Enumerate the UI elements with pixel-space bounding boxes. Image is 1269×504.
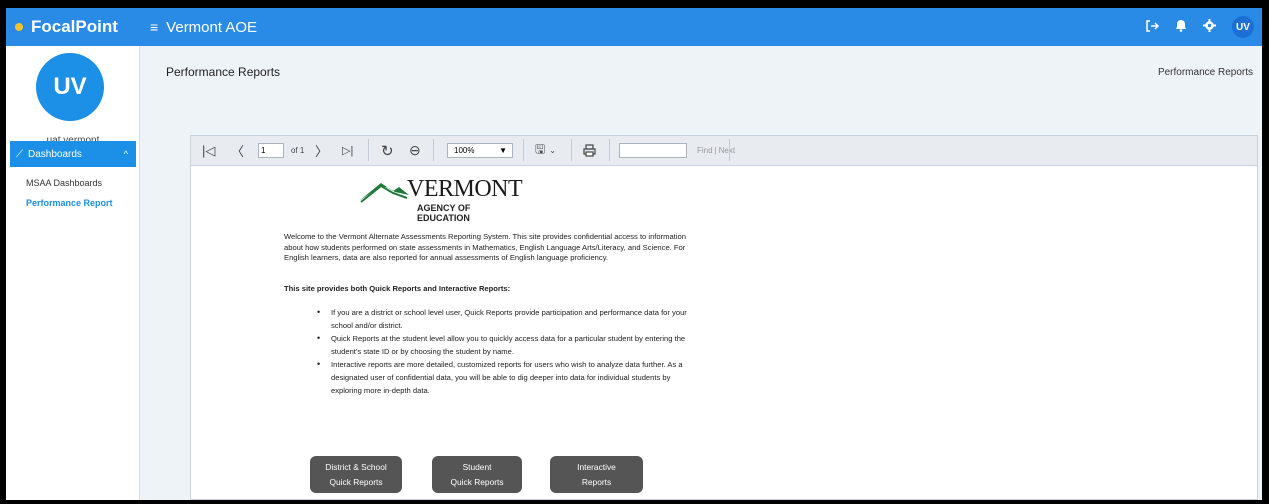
logo-agency: AGENCY OF EDUCATION: [417, 203, 471, 223]
bell-icon[interactable]: [1175, 19, 1187, 35]
vermont-logo: VERMONT AGENCY OF EDUCATION: [359, 176, 525, 223]
menu-icon[interactable]: ≡: [150, 19, 158, 35]
sidebar-item-performance-report[interactable]: Performance Report: [26, 198, 113, 208]
sidebar-item-msaa-dashboards[interactable]: MSAA Dashboards: [26, 178, 102, 188]
toolbar-divider: [571, 139, 572, 161]
find-divider: |: [714, 146, 717, 155]
toolbar-divider: [368, 139, 369, 161]
page-count: of 1: [291, 146, 305, 155]
button-label-line2: Quick Reports: [329, 476, 383, 487]
brand-name: FocalPoint: [31, 17, 118, 36]
zoom-value: 100%: [454, 146, 475, 155]
intro-text: Welcome to the Vermont Alternate Assessm…: [284, 232, 686, 263]
chevron-down-icon: ▼: [499, 146, 507, 155]
button-label-line2: Quick Reports: [450, 476, 504, 487]
report-body: VERMONT AGENCY OF EDUCATION Welcome to t…: [191, 166, 1257, 500]
mountain-logo-icon: [359, 183, 409, 203]
sidebar-item-label: Dashboards: [28, 148, 82, 160]
brand-logo-icon: [15, 23, 23, 31]
sidebar: UV uat vermont ⟋ Dashboards ^ MSAA Dashb…: [6, 46, 140, 500]
button-label-line1: District & School: [325, 461, 387, 472]
list-item: Interactive reports are more detailed, c…: [315, 358, 703, 397]
find-link[interactable]: Find: [697, 146, 713, 155]
toolbar-divider: [433, 139, 434, 161]
app-window: FocalPoint ≡ Vermont AOE UV UV uat vermo…: [6, 8, 1262, 500]
district-school-quick-reports-button[interactable]: District & School Quick Reports: [310, 456, 402, 493]
top-bar: FocalPoint ≡ Vermont AOE UV: [6, 8, 1262, 46]
refresh-icon[interactable]: ↻: [381, 136, 394, 165]
prev-page-icon[interactable]: 〈: [231, 136, 244, 165]
profile-avatar[interactable]: UV: [36, 53, 104, 121]
list-item: Quick Reports at the student level allow…: [315, 332, 703, 358]
reports-subhead: This site provides both Quick Reports an…: [284, 284, 511, 293]
button-label-line1: Student: [462, 461, 492, 472]
user-avatar[interactable]: UV: [1232, 16, 1254, 38]
page-title: Performance Reports: [166, 65, 281, 79]
page-number-input[interactable]: [258, 143, 284, 158]
first-page-icon[interactable]: |◁: [202, 136, 215, 165]
find-input[interactable]: [619, 143, 687, 158]
save-icon[interactable]: 🖫 ⌄: [535, 136, 556, 165]
toolbar-divider: [609, 139, 610, 161]
trend-icon: ⟋: [16, 148, 23, 160]
report-viewer: |◁ 〈 of 1 〉 ▷| ↻ ⊖ 100% ▼ 🖫⌄ Find: [190, 135, 1258, 500]
report-toolbar: |◁ 〈 of 1 〉 ▷| ↻ ⊖ 100% ▼ 🖫⌄ Find: [191, 136, 1257, 166]
student-quick-reports-button[interactable]: Student Quick Reports: [432, 456, 522, 493]
next-page-icon[interactable]: 〉: [315, 136, 328, 165]
chevron-up-icon: ^: [123, 149, 128, 159]
sidebar-item-dashboards[interactable]: ⟋ Dashboards ^: [10, 141, 136, 167]
top-actions: UV: [1145, 8, 1254, 46]
list-item: If you are a district or school level us…: [315, 306, 703, 332]
gear-icon[interactable]: [1203, 19, 1216, 35]
reports-bullet-list: If you are a district or school level us…: [315, 306, 703, 397]
toolbar-divider: [523, 139, 524, 161]
workspace-title: ≡ Vermont AOE: [150, 8, 257, 46]
workspace-name: Vermont AOE: [166, 18, 258, 36]
interactive-reports-button[interactable]: Interactive Reports: [550, 456, 643, 493]
zoom-select[interactable]: 100% ▼: [447, 143, 513, 158]
brand[interactable]: FocalPoint: [6, 8, 140, 46]
toolbar-divider: [729, 139, 730, 161]
breadcrumb[interactable]: Performance Reports: [1158, 67, 1253, 78]
back-icon[interactable]: ⊖: [409, 136, 421, 165]
print-icon[interactable]: [583, 136, 596, 165]
logo-name: VERMONT: [407, 176, 523, 202]
last-page-icon[interactable]: ▷|: [342, 136, 353, 165]
button-label-line1: Interactive: [577, 461, 616, 472]
logout-icon[interactable]: [1145, 19, 1160, 36]
button-label-line2: Reports: [581, 476, 612, 487]
next-link[interactable]: Next: [719, 146, 735, 155]
